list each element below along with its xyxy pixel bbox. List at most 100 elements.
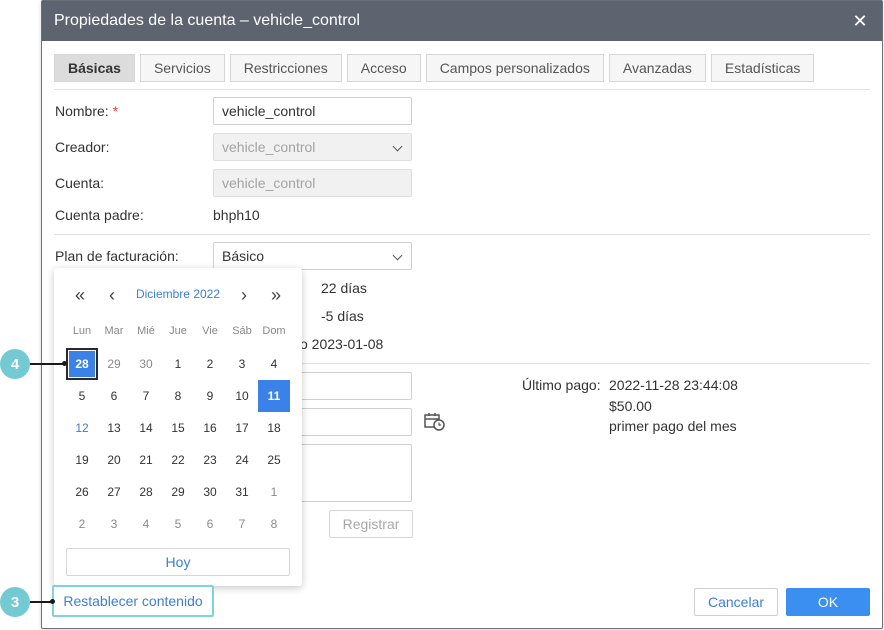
callout-badge-3: 3: [0, 587, 30, 617]
name-field[interactable]: vehicle_control: [213, 97, 412, 125]
divider: [54, 89, 870, 90]
account-field: vehicle_control: [213, 169, 412, 197]
register-button[interactable]: Registrar: [329, 510, 413, 538]
calendar-day[interactable]: 29: [98, 348, 130, 380]
calendar-day[interactable]: 3: [98, 508, 130, 540]
weekday-label: Lun: [72, 325, 92, 337]
calendar-day[interactable]: 8: [258, 508, 290, 540]
calendar-day[interactable]: 30: [130, 348, 162, 380]
weekday-label: Jue: [169, 325, 187, 337]
creator-select[interactable]: vehicle_control: [213, 133, 412, 161]
calendar-day[interactable]: 24: [226, 444, 258, 476]
next-year-icon[interactable]: »: [264, 284, 288, 306]
calendar-day[interactable]: 29: [162, 476, 194, 508]
divider: [54, 234, 870, 235]
calendar-day[interactable]: 18: [258, 412, 290, 444]
weekday-label: Mar: [104, 325, 124, 337]
tab-bar: Básicas Servicios Restricciones Acceso C…: [54, 54, 815, 82]
parent-account-label: Cuenta padre:: [55, 207, 144, 223]
tab-campos-personalizados[interactable]: Campos personalizados: [425, 54, 604, 82]
calendar-day[interactable]: 14: [130, 412, 162, 444]
calendar-day[interactable]: 17: [226, 412, 258, 444]
callout-leader: [30, 363, 66, 365]
calendar-day[interactable]: 23: [194, 444, 226, 476]
days-value-2: -5 días: [321, 308, 364, 324]
cancel-button[interactable]: Cancelar: [694, 588, 778, 616]
parent-account-value: bhph10: [213, 207, 260, 223]
calendar-day[interactable]: 19: [66, 444, 98, 476]
calendar-day[interactable]: 11: [258, 380, 290, 412]
calendar-day[interactable]: 25: [258, 444, 290, 476]
calendar-day[interactable]: 7: [130, 380, 162, 412]
calendar-day[interactable]: 5: [66, 380, 98, 412]
tab-servicios[interactable]: Servicios: [139, 54, 225, 82]
tab-basicas[interactable]: Básicas: [54, 54, 135, 82]
next-month-icon[interactable]: ›: [232, 284, 256, 306]
creator-label: Creador:: [55, 139, 110, 155]
close-icon[interactable]: ✕: [850, 11, 870, 31]
calendar-day[interactable]: 22: [162, 444, 194, 476]
required-marker: *: [112, 103, 119, 119]
calendar-day[interactable]: 10: [226, 380, 258, 412]
calendar-day[interactable]: 4: [258, 348, 290, 380]
calendar-month-title[interactable]: Diciembre 2022: [128, 287, 228, 301]
calendar-day[interactable]: 27: [98, 476, 130, 508]
prev-month-icon[interactable]: ‹: [100, 284, 124, 306]
date-partial-value: o 2023-01-08: [300, 336, 384, 352]
ok-button[interactable]: OK: [786, 588, 870, 616]
chevron-down-icon: [392, 141, 403, 152]
calendar-day[interactable]: 2: [66, 508, 98, 540]
weekday-label: Mié: [137, 325, 155, 337]
calendar-day[interactable]: 6: [98, 380, 130, 412]
calendar-day[interactable]: 21: [130, 444, 162, 476]
tab-estadisticas[interactable]: Estadísticas: [710, 54, 815, 82]
dialog-titlebar: Propiedades de la cuenta – vehicle_contr…: [42, 1, 882, 41]
last-payment-datetime: 2022-11-28 23:44:08: [609, 377, 738, 393]
calendar-day[interactable]: 9: [194, 380, 226, 412]
today-button[interactable]: Hoy: [66, 548, 290, 576]
calendar-day[interactable]: 28: [130, 476, 162, 508]
account-label: Cuenta:: [55, 175, 105, 191]
callout-dot: [50, 599, 55, 604]
calendar-day[interactable]: 8: [162, 380, 194, 412]
calendar-header: « ‹ Diciembre 2022 › »: [54, 284, 302, 306]
calendar-day[interactable]: 2: [194, 348, 226, 380]
prev-year-icon[interactable]: «: [68, 284, 92, 306]
callout-badge-4: 4: [0, 349, 30, 379]
calendar-day[interactable]: 30: [194, 476, 226, 508]
calendar-day[interactable]: 31: [226, 476, 258, 508]
chevron-down-icon: [392, 250, 403, 261]
tab-restricciones[interactable]: Restricciones: [229, 54, 342, 82]
weekday-label: Vie: [202, 325, 218, 337]
reset-content-button[interactable]: Restablecer contenido: [52, 585, 214, 617]
calendar-day[interactable]: 7: [226, 508, 258, 540]
calendar-clock-icon[interactable]: [424, 412, 446, 432]
billing-plan-label: Plan de facturación:: [55, 248, 179, 264]
calendar-day[interactable]: 20: [98, 444, 130, 476]
calendar-day[interactable]: 5: [162, 508, 194, 540]
last-payment-note: primer pago del mes: [609, 418, 737, 434]
calendar-day[interactable]: 1: [258, 476, 290, 508]
calendar-day[interactable]: 15: [162, 412, 194, 444]
calendar-day[interactable]: 4: [130, 508, 162, 540]
calendar-day[interactable]: 28: [66, 348, 98, 380]
callout-dot: [62, 361, 67, 366]
calendar-day[interactable]: 13: [98, 412, 130, 444]
calendar-day[interactable]: 16: [194, 412, 226, 444]
days-value-1: 22 días: [321, 280, 367, 296]
weekday-label: Sáb: [232, 325, 252, 337]
date-picker-popup: « ‹ Diciembre 2022 › » Lun Mar Mié Jue Vie Sá…: [54, 268, 302, 586]
tab-avanzadas[interactable]: Avanzadas: [608, 54, 706, 82]
last-payment-amount: $50.00: [609, 398, 652, 414]
dialog-title: Propiedades de la cuenta – vehicle_contr…: [54, 12, 360, 29]
calendar-day[interactable]: 3: [226, 348, 258, 380]
tab-acceso[interactable]: Acceso: [346, 54, 421, 82]
calendar-day[interactable]: 6: [194, 508, 226, 540]
calendar-day[interactable]: 12: [66, 412, 98, 444]
weekday-label: Dom: [262, 325, 286, 337]
billing-plan-select[interactable]: Básico: [213, 242, 412, 270]
name-label: Nombre: *: [55, 103, 119, 119]
last-payment-label: Último pago:: [522, 377, 601, 393]
calendar-day[interactable]: 26: [66, 476, 98, 508]
calendar-day[interactable]: 1: [162, 348, 194, 380]
